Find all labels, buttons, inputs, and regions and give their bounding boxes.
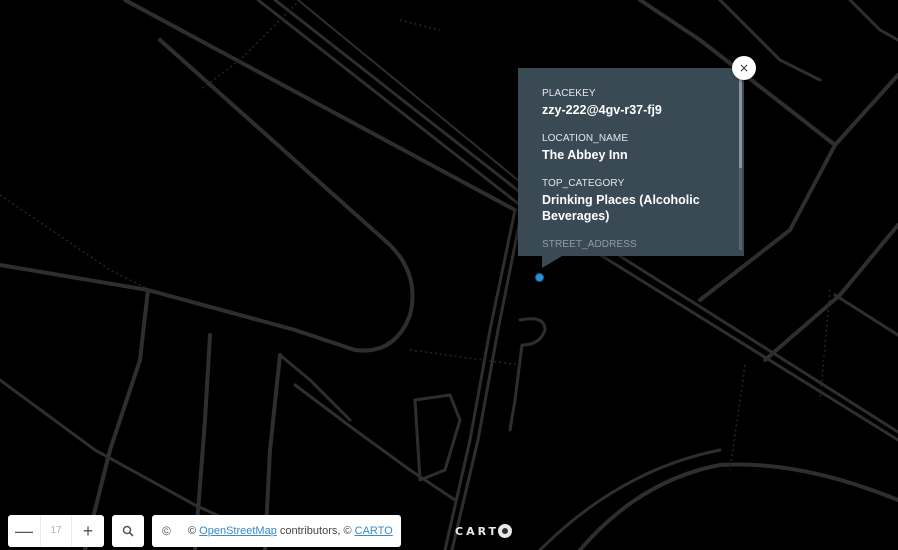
zoom-control: — 17 + <box>8 515 104 547</box>
map-canvas[interactable]: PLACEKEY zzy-222@4gv-r37-fj9 LOCATION_NA… <box>0 0 898 550</box>
field-value-placekey: zzy-222@4gv-r37-fj9 <box>542 103 662 117</box>
field-value-top-category: Drinking Places (Alcoholic Beverages) <box>542 193 700 223</box>
popup-pointer <box>542 256 562 268</box>
carto-logo: CART <box>455 522 513 540</box>
map-controls: — 17 + © © OpenStreetMap contributors, ©… <box>8 515 401 547</box>
zoom-in-button[interactable]: + <box>72 515 104 547</box>
info-popup: PLACEKEY zzy-222@4gv-r37-fj9 LOCATION_NA… <box>518 68 744 268</box>
field-label-top-category: TOP_CATEGORY <box>542 178 625 189</box>
field-value-location-name: The Abbey Inn <box>542 148 628 162</box>
carto-logo-text: CART <box>455 524 500 538</box>
field-label-street-address: STREET_ADDRESS <box>542 239 637 250</box>
zoom-level-display: 17 <box>40 515 72 547</box>
popup-content: PLACEKEY zzy-222@4gv-r37-fj9 LOCATION_NA… <box>518 68 738 256</box>
carto-link[interactable]: CARTO <box>355 525 393 537</box>
basemap-roads <box>0 0 898 550</box>
attribution-bar: © © OpenStreetMap contributors, © CARTO <box>152 515 401 547</box>
carto-logo-dot <box>498 524 513 538</box>
popup-close-button[interactable]: × <box>732 56 756 80</box>
zoom-out-button[interactable]: — <box>8 515 40 547</box>
search-icon <box>122 525 134 537</box>
poi-marker[interactable] <box>535 273 544 282</box>
attribution-toggle-button[interactable]: © <box>162 524 188 538</box>
attribution-text: © OpenStreetMap contributors, © CARTO <box>188 525 393 537</box>
field-label-placekey: PLACEKEY <box>542 88 596 99</box>
attribution-prefix: © <box>188 525 200 537</box>
search-button[interactable] <box>112 515 144 547</box>
popup-scrollbar-thumb[interactable] <box>739 74 742 168</box>
field-label-location-name: LOCATION_NAME <box>542 133 629 144</box>
osm-link[interactable]: OpenStreetMap <box>199 525 277 537</box>
attribution-middle: contributors, © <box>276 525 355 537</box>
